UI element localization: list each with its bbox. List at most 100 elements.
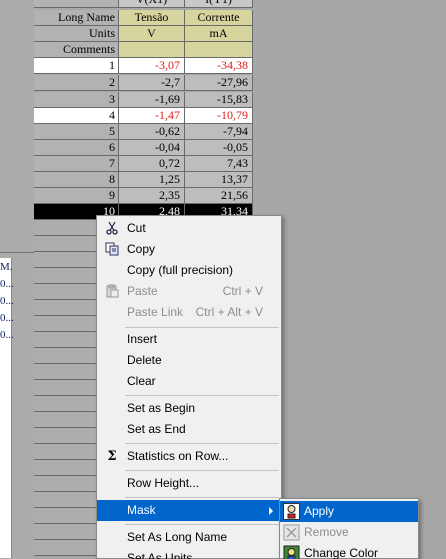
copy-icon: [104, 242, 120, 258]
menu-item-cut[interactable]: Cut: [97, 218, 281, 239]
menu-item-label: Set as Begin: [127, 401, 196, 415]
data-cell[interactable]: 0,72: [119, 156, 185, 172]
menu-item-label: Mask: [127, 503, 156, 517]
mask-remove-icon: [283, 524, 300, 541]
units-cell[interactable]: V: [119, 26, 185, 42]
comments-cell[interactable]: [119, 42, 185, 58]
mask-apply-icon: [283, 503, 300, 520]
data-cell[interactable]: -10,79: [185, 108, 253, 124]
table-row: 2 -2,7 -27,96: [34, 75, 255, 91]
data-cell[interactable]: -7,94: [185, 124, 253, 140]
data-cell[interactable]: -1,69: [119, 92, 185, 108]
sigma-statistics-icon: Σ: [107, 449, 117, 464]
menu-item-label: Clear: [127, 374, 156, 388]
menu-item-copy[interactable]: Copy: [97, 239, 281, 260]
submenu-item-label: Apply: [304, 504, 335, 518]
menu-item-clear[interactable]: Clear: [97, 371, 281, 392]
menu-item-label: Delete: [127, 353, 162, 367]
color-palette-icon: [283, 545, 300, 559]
data-cell[interactable]: -34,38: [185, 58, 253, 74]
row-header-corner[interactable]: [34, 0, 119, 8]
data-cell[interactable]: 13,37: [185, 172, 253, 188]
row-number[interactable]: 3: [34, 92, 119, 108]
menu-item-label: Set as End: [127, 422, 186, 436]
table-row: 6 -0,04 -0,05: [34, 140, 255, 156]
row-number[interactable]: 5: [34, 124, 119, 140]
menu-item-paste[interactable]: Paste Ctrl + V: [97, 281, 281, 302]
units-cell[interactable]: mA: [185, 26, 253, 42]
table-row: 8 1,25 13,37: [34, 172, 255, 188]
explorer-item[interactable]: 0...: [0, 294, 14, 309]
data-cell[interactable]: -27,96: [185, 75, 253, 91]
data-cell[interactable]: -0,05: [185, 140, 253, 156]
menu-item-mask[interactable]: Mask: [97, 500, 281, 521]
comments-row: Comments: [34, 42, 255, 58]
long-name-label[interactable]: Long Name: [34, 10, 119, 26]
units-row: Units V mA: [34, 26, 255, 42]
menu-item-delete[interactable]: Delete: [97, 350, 281, 371]
submenu-item-remove[interactable]: Remove: [280, 522, 418, 543]
menu-item-statistics-on-row[interactable]: Σ Statistics on Row...: [97, 446, 281, 467]
row-number[interactable]: 9: [34, 188, 119, 204]
row-number[interactable]: 8: [34, 172, 119, 188]
menu-separator: [125, 470, 279, 471]
long-name-cell[interactable]: Corrente: [185, 10, 253, 26]
row-number[interactable]: 6: [34, 140, 119, 156]
long-name-cell[interactable]: Tensão: [119, 10, 185, 26]
table-row: 7 0,72 7,43: [34, 156, 255, 172]
data-cell[interactable]: -15,83: [185, 92, 253, 108]
menu-item-set-as-end[interactable]: Set as End: [97, 419, 281, 440]
row-number[interactable]: 1: [34, 58, 119, 74]
data-cell[interactable]: 1,25: [119, 172, 185, 188]
menu-separator: [125, 443, 279, 444]
row-number[interactable]: 2: [34, 75, 119, 91]
menu-item-set-as-begin[interactable]: Set as Begin: [97, 398, 281, 419]
menu-item-label: Set As Long Name: [127, 530, 228, 544]
explorer-item[interactable]: 0...: [0, 277, 14, 292]
menu-item-label: Paste Link: [127, 305, 184, 319]
menu-separator: [125, 395, 279, 396]
menu-item-label: Insert: [127, 332, 158, 346]
units-label[interactable]: Units: [34, 26, 119, 42]
menu-item-paste-link[interactable]: Paste Link Ctrl + Alt + V: [97, 302, 281, 323]
column-header-corrente[interactable]: I(Y1): [185, 0, 253, 8]
submenu-item-label: Change Color: [304, 546, 379, 559]
data-cell[interactable]: 2,35: [119, 188, 185, 204]
row-number[interactable]: 7: [34, 156, 119, 172]
explorer-item[interactable]: 0...: [0, 328, 14, 343]
explorer-column-header: M.: [0, 261, 13, 273]
menu-item-insert[interactable]: Insert: [97, 329, 281, 350]
column-header-tensao[interactable]: V(X1): [119, 0, 185, 8]
menu-item-set-as-units[interactable]: Set As Units: [97, 548, 281, 559]
data-cell[interactable]: -0,62: [119, 124, 185, 140]
menu-item-label: Paste: [127, 284, 158, 298]
submenu-item-change-color[interactable]: Change Color: [280, 543, 418, 559]
shortcut-label: Ctrl + Alt + V: [195, 305, 263, 319]
paste-icon: [104, 284, 120, 300]
data-cell[interactable]: 7,43: [185, 156, 253, 172]
submenu-item-apply[interactable]: Apply: [280, 501, 418, 522]
row-context-menu: Cut Copy Copy (full precision) Paste Ctr…: [96, 215, 282, 559]
data-cell[interactable]: 21,56: [185, 188, 253, 204]
data-cell[interactable]: -2,7: [119, 75, 185, 91]
data-cell[interactable]: -3,07: [119, 58, 185, 74]
table-row: 4 -1,47 -10,79: [34, 108, 255, 124]
long-name-row: Long Name Tensão Corrente: [34, 10, 255, 26]
menu-item-row-height[interactable]: Row Height...: [97, 473, 281, 494]
comments-label[interactable]: Comments: [34, 42, 119, 58]
scissors-icon: [104, 221, 120, 237]
comments-cell[interactable]: [185, 42, 253, 58]
menu-separator: [125, 327, 279, 328]
menu-item-copy-full-precision[interactable]: Copy (full precision): [97, 260, 281, 281]
data-cell[interactable]: -0,04: [119, 140, 185, 156]
menu-item-label: Copy (full precision): [127, 263, 234, 277]
data-cell[interactable]: -1,47: [119, 108, 185, 124]
submenu-arrow-icon: [269, 507, 273, 515]
menu-item-set-as-long-name[interactable]: Set As Long Name: [97, 527, 281, 548]
menu-item-label: Row Height...: [127, 476, 200, 490]
column-header-row: V(X1) I(Y1): [34, 0, 255, 8]
explorer-item[interactable]: 0...: [0, 311, 14, 326]
pane-divider[interactable]: [0, 252, 34, 253]
row-number[interactable]: 4: [34, 108, 119, 124]
table-row: 3 -1,69 -15,83: [34, 92, 255, 108]
